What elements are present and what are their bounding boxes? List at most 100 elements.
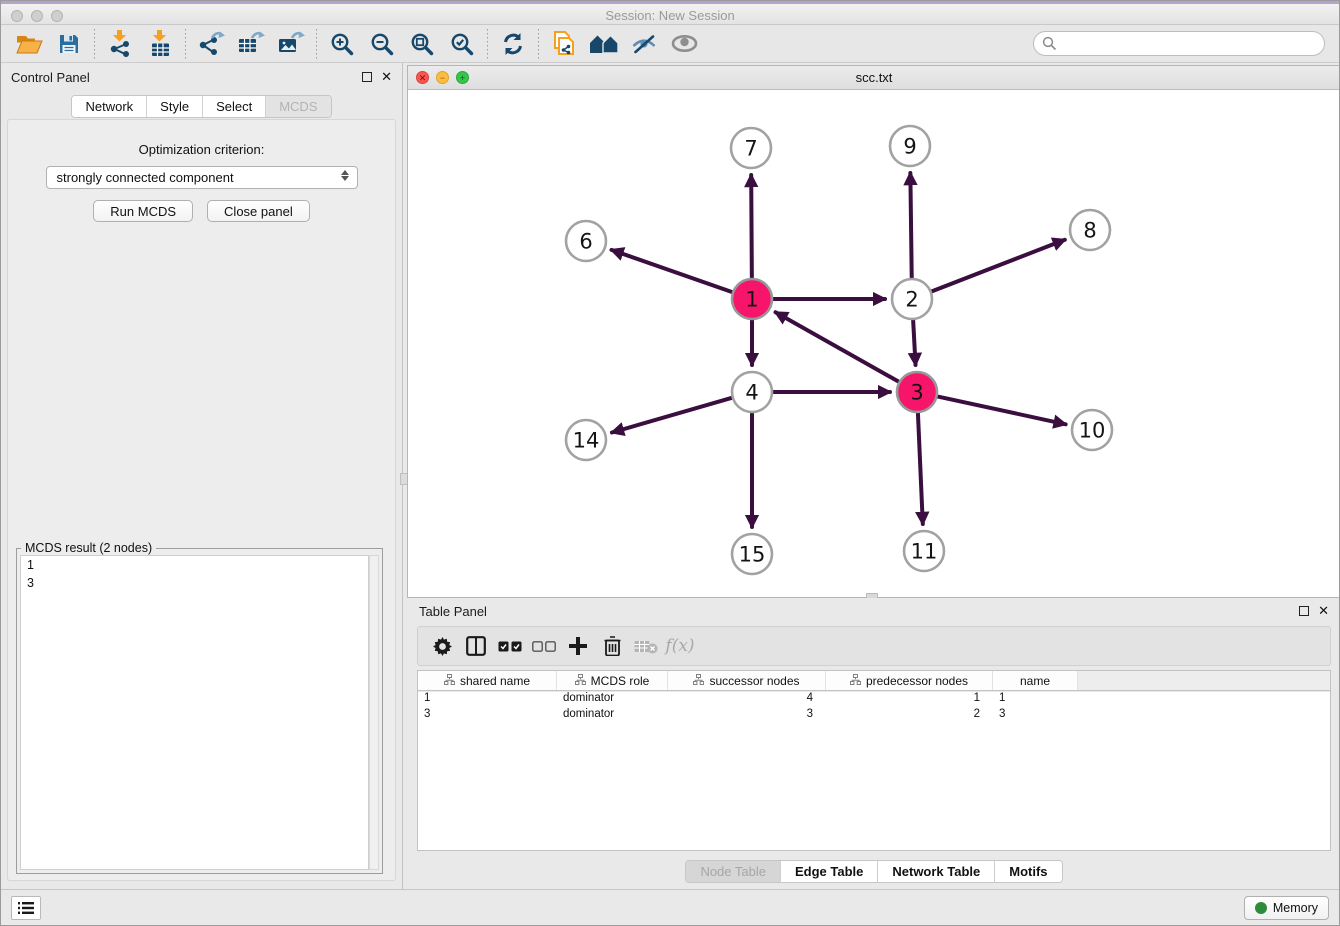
result-item[interactable]: 3 <box>21 574 368 592</box>
edge-1-6[interactable] <box>611 250 736 294</box>
zoom-fit-icon[interactable] <box>402 28 442 60</box>
cell[interactable]: 1 <box>993 691 1078 707</box>
control-panel-tabs: NetworkStyleSelectMCDS <box>1 95 402 118</box>
export-image-icon[interactable] <box>271 28 311 60</box>
node-14[interactable]: 14 <box>566 420 606 460</box>
export-table-icon[interactable] <box>231 28 271 60</box>
column-header-successor-nodes[interactable]: successor nodes <box>668 671 826 690</box>
tab-edge-table[interactable]: Edge Table <box>781 861 878 882</box>
node-11[interactable]: 11 <box>904 531 944 571</box>
node-3[interactable]: 3 <box>897 372 937 412</box>
mcds-panel: Optimization criterion: strongly connect… <box>7 119 396 881</box>
zoom-selected-icon[interactable] <box>442 28 482 60</box>
mcds-result-group: MCDS result (2 nodes) 13 <box>16 548 383 874</box>
task-history-button[interactable] <box>11 896 41 920</box>
export-network-icon[interactable] <box>191 28 231 60</box>
tab-style[interactable]: Style <box>147 96 203 117</box>
edge-3-11[interactable] <box>918 408 923 524</box>
cell[interactable]: 4 <box>668 691 826 707</box>
column-header-mcds-role[interactable]: MCDS role <box>557 671 668 690</box>
cell[interactable]: dominator <box>557 707 668 723</box>
column-header-name[interactable]: name <box>993 671 1078 690</box>
first-neighbors-icon[interactable] <box>584 28 624 60</box>
memory-label: Memory <box>1273 901 1318 915</box>
network-window: ✕ − + scc.txt 7 9 6 8 1 2 4 3 14 10 15 11 <box>407 65 1340 598</box>
result-scrollbar[interactable] <box>369 555 379 870</box>
network-title: scc.txt <box>408 70 1340 85</box>
column-label: MCDS role <box>591 674 650 688</box>
table-settings-icon[interactable] <box>428 632 456 660</box>
memory-status-icon <box>1255 902 1267 914</box>
add-column-icon[interactable] <box>564 632 592 660</box>
toolbar-separator <box>185 29 186 59</box>
import-table-icon[interactable] <box>140 28 180 60</box>
tab-network-table[interactable]: Network Table <box>878 861 995 882</box>
optimization-criterion-dropdown[interactable]: strongly connected component <box>46 166 358 189</box>
node-2[interactable]: 2 <box>892 279 932 319</box>
mcds-result-list[interactable]: 13 <box>20 555 369 870</box>
node-15[interactable]: 15 <box>732 534 772 574</box>
table-row[interactable]: 1dominator411 <box>418 691 1330 707</box>
close-panel-icon[interactable]: ✕ <box>381 72 392 82</box>
delete-column-icon[interactable] <box>598 632 626 660</box>
float-table-panel-icon[interactable] <box>1299 606 1309 616</box>
cell[interactable]: 3 <box>418 707 557 723</box>
tab-select[interactable]: Select <box>203 96 266 117</box>
node-6[interactable]: 6 <box>566 221 606 261</box>
network-canvas[interactable]: 7 9 6 8 1 2 4 3 14 10 15 11 <box>408 90 1340 597</box>
node-8[interactable]: 8 <box>1070 210 1110 250</box>
edge-4-14[interactable] <box>612 396 737 432</box>
column-view-icon[interactable] <box>462 632 490 660</box>
refresh-icon[interactable] <box>493 28 533 60</box>
edge-3-1[interactable] <box>776 312 904 384</box>
column-header-predecessor-nodes[interactable]: predecessor nodes <box>826 671 993 690</box>
node-4[interactable]: 4 <box>732 372 772 412</box>
status-bar: Memory <box>1 889 1339 925</box>
tab-network[interactable]: Network <box>72 96 147 117</box>
delete-table-icon <box>632 632 660 660</box>
node-10[interactable]: 10 <box>1072 410 1112 450</box>
cell[interactable]: 3 <box>993 707 1078 723</box>
tab-node-table[interactable]: Node Table <box>686 861 781 882</box>
import-network-icon[interactable] <box>100 28 140 60</box>
cell[interactable]: dominator <box>557 691 668 707</box>
save-session-icon[interactable] <box>49 28 89 60</box>
column-label: shared name <box>460 674 530 688</box>
cell[interactable]: 1 <box>826 691 993 707</box>
cell[interactable]: 1 <box>418 691 557 707</box>
deselect-all-columns-icon[interactable] <box>530 632 558 660</box>
edge-2-8[interactable] <box>927 240 1065 293</box>
control-panel-header: Control Panel ✕ <box>1 63 402 91</box>
clone-network-icon[interactable] <box>544 28 584 60</box>
search-icon <box>1042 36 1057 56</box>
column-header-filler <box>1078 671 1330 690</box>
node-table[interactable]: shared name MCDS role successor nodesprede… <box>417 670 1331 851</box>
search-input[interactable] <box>1033 31 1325 56</box>
float-panel-icon[interactable] <box>362 72 372 82</box>
node-9[interactable]: 9 <box>890 126 930 166</box>
network-window-titlebar[interactable]: ✕ − + scc.txt <box>408 66 1340 90</box>
node-7[interactable]: 7 <box>731 128 771 168</box>
table-row[interactable]: 3dominator323 <box>418 707 1330 723</box>
cell[interactable]: 2 <box>826 707 993 723</box>
edge-2-9[interactable] <box>910 173 911 283</box>
select-all-columns-icon[interactable] <box>496 632 524 660</box>
result-item[interactable]: 1 <box>21 556 368 574</box>
open-session-icon[interactable] <box>9 28 49 60</box>
tab-motifs[interactable]: Motifs <box>995 861 1061 882</box>
tab-mcds[interactable]: MCDS <box>266 96 330 117</box>
show-all-icon[interactable] <box>664 28 704 60</box>
zoom-in-icon[interactable] <box>322 28 362 60</box>
memory-button[interactable]: Memory <box>1244 896 1329 920</box>
edge-1-7[interactable] <box>751 175 752 283</box>
cell[interactable]: 3 <box>668 707 826 723</box>
close-table-panel-icon[interactable]: ✕ <box>1318 606 1329 616</box>
node-1[interactable]: 1 <box>732 279 772 319</box>
column-header-shared-name[interactable]: shared name <box>418 671 557 690</box>
hide-selected-icon[interactable] <box>624 28 664 60</box>
zoom-out-icon[interactable] <box>362 28 402 60</box>
edge-3-10[interactable] <box>933 395 1066 424</box>
close-panel-button[interactable]: Close panel <box>207 200 310 222</box>
run-mcds-button[interactable]: Run MCDS <box>93 200 193 222</box>
edge-2-3[interactable] <box>913 315 916 365</box>
